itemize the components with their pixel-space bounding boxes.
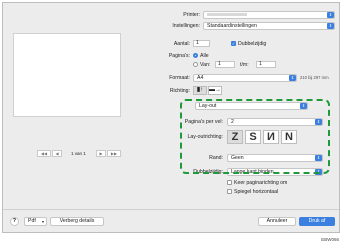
copies-field[interactable]: 1 [193,40,210,47]
duplex-label: Dubbelzijdig [238,41,267,47]
pages-all-radio[interactable] [193,53,198,58]
page-preview [13,33,121,117]
pages-to-label: t/m: [240,62,249,68]
hide-details-button[interactable]: Verberg details [50,217,104,226]
duplex-checkbox[interactable]: ✓ [231,41,236,46]
reverse-orientation-checkbox[interactable] [227,180,232,185]
chevron-updown-icon: ⇕ [327,12,334,18]
pages-to-field[interactable]: 1 [256,61,276,68]
printer-select[interactable]: ⇕ [203,11,335,19]
print-button[interactable]: Druk af [299,217,335,226]
first-page-button[interactable]: ◀◀ [37,150,51,157]
figure-code: EBW066 [321,237,339,242]
presets-value: Standaardinstellingen [207,23,257,29]
paper-size-value: A4 [197,75,204,81]
pages-all-label: Alle [200,53,209,59]
next-page-button[interactable]: ▶ [96,150,106,157]
printer-name-redacted [207,13,247,16]
pages-label: Pagina's: [168,53,190,59]
page-counter: 1 van 1 [71,151,86,156]
print-dialog: ◀◀ ◀ 1 van 1 ▶ ▶▶ Printer: ⇕ Instellinge… [2,2,340,233]
printer-label: Printer: [183,12,200,18]
previous-page-button[interactable]: ◀ [52,150,62,157]
reverse-orientation-label: Keer paginarichting om [234,180,288,186]
help-button[interactable]: ? [10,217,19,226]
pdf-menu-button[interactable]: Pdf ▾ [24,217,47,226]
mirror-horizontal-label: Spiegel horizontaal [234,189,279,195]
paper-dimensions: 210 bij 297 mm [300,75,329,80]
copies-label: Aantal: [173,41,190,47]
cancel-button[interactable]: Annuleer [258,217,296,226]
chevron-down-icon: ▾ [41,219,44,224]
footer-divider [3,209,339,210]
pages-range-radio[interactable] [193,62,198,67]
pages-from-label: Van: [200,62,211,68]
presets-label: Instellingen: [172,23,200,29]
paper-size-label: Formaat: [169,75,190,81]
last-page-button[interactable]: ▶▶ [107,150,121,157]
pdf-label: Pdf [28,218,36,224]
chevron-updown-icon: ⇕ [289,75,296,81]
portrait-icon[interactable]: ▮↑ [193,86,207,95]
mirror-horizontal-checkbox[interactable] [227,189,232,194]
pages-from-field[interactable]: 1 [215,61,235,68]
highlight-box [180,99,330,174]
presets-select[interactable]: Standaardinstellingen ⇕ [203,22,335,30]
orientation-label: Richting: [169,88,190,94]
landscape-icon[interactable]: ▬→ [208,86,222,95]
chevron-updown-icon: ⇕ [327,23,334,29]
paper-size-select[interactable]: A4 ⇕ [193,74,297,82]
